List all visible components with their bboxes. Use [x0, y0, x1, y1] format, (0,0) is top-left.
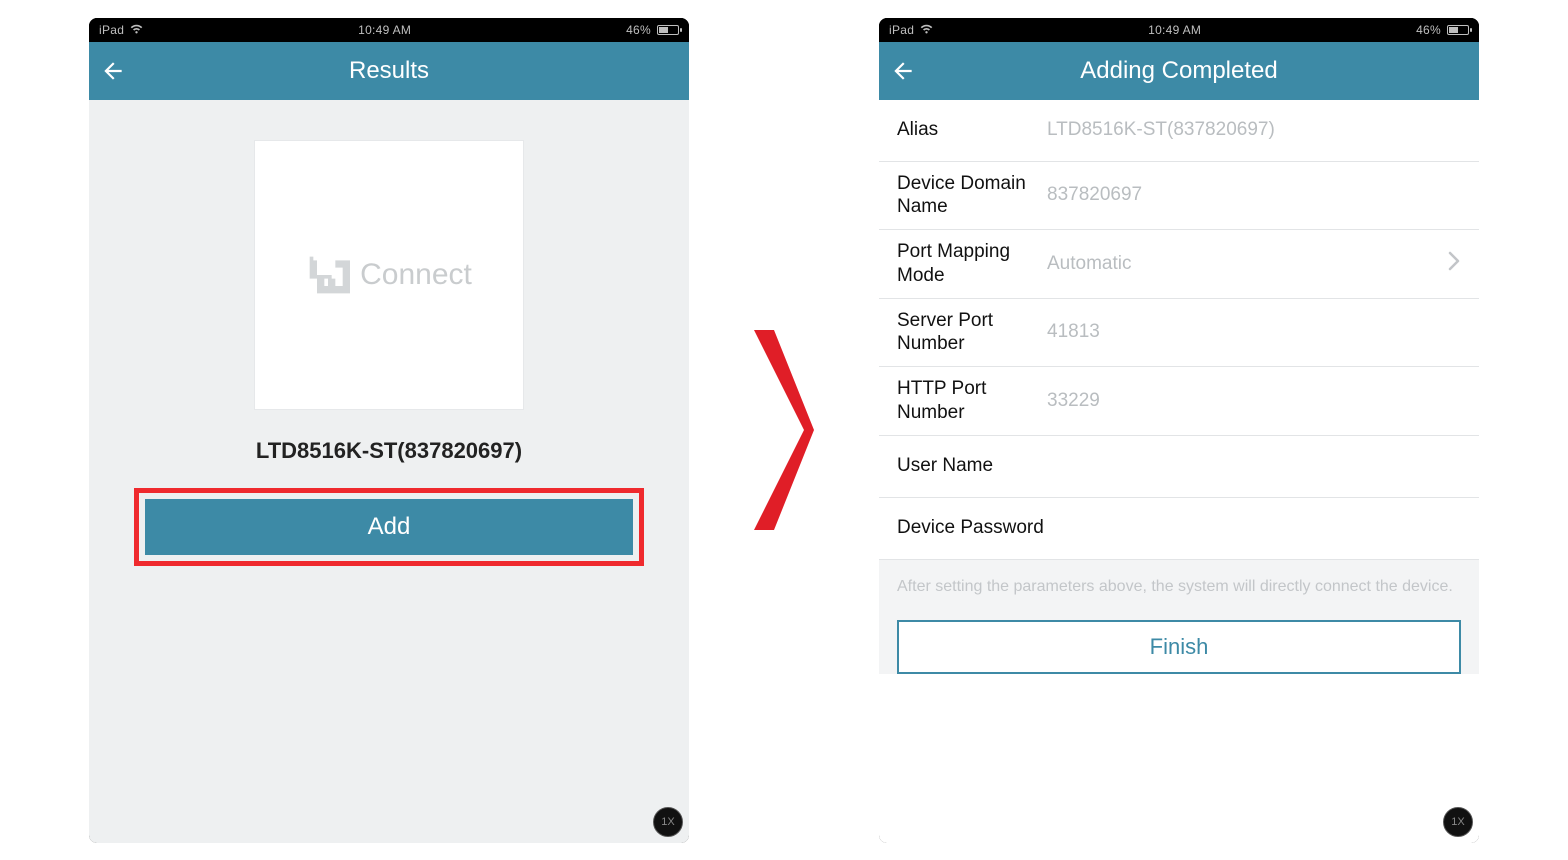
portmap-value: Automatic [1047, 253, 1447, 275]
back-button[interactable] [89, 47, 137, 95]
app-header: Adding Completed [879, 42, 1479, 100]
status-time: 10:49 AM [358, 23, 411, 37]
status-time: 10:49 AM [1148, 23, 1201, 37]
zoom-badge: 1X [653, 807, 683, 837]
status-device-label: iPad [99, 23, 124, 37]
back-button[interactable] [879, 47, 927, 95]
battery-icon [1447, 25, 1469, 35]
battery-icon [657, 25, 679, 35]
app-body: Alias LTD8516K-ST(837820697) Device Doma… [879, 100, 1479, 843]
add-button[interactable]: Add [145, 499, 633, 555]
ios-status-bar: iPad 10:49 AM 46% [879, 18, 1479, 42]
field-row-server-port[interactable]: Server Port Number 41813 [879, 299, 1479, 368]
server-port-label: Server Port Number [897, 309, 1047, 357]
page-title: Adding Completed [879, 57, 1479, 85]
server-port-value: 41813 [1047, 321, 1461, 343]
wifi-icon [920, 23, 933, 37]
device-frame-left: iPad 10:49 AM 46% Results [89, 18, 689, 843]
field-row-domain[interactable]: Device Domain Name 837820697 [879, 162, 1479, 231]
app-header: Results [89, 42, 689, 100]
connect-icon [306, 253, 350, 297]
chevron-right-icon [1447, 251, 1461, 276]
device-frame-right: iPad 10:49 AM 46% Adding Completed Alias [879, 18, 1479, 843]
password-label: Device Password [897, 516, 1047, 540]
status-battery-pct: 46% [626, 23, 651, 37]
wifi-icon [130, 23, 143, 37]
tutorial-step-layout: iPad 10:49 AM 46% Results [0, 0, 1568, 860]
domain-value: 837820697 [1047, 184, 1461, 206]
http-port-value: 33229 [1047, 390, 1461, 412]
alias-value: LTD8516K-ST(837820697) [1047, 119, 1461, 141]
add-button-label: Add [368, 513, 411, 541]
field-row-port-mapping[interactable]: Port Mapping Mode Automatic [879, 230, 1479, 299]
finish-button[interactable]: Finish [897, 620, 1461, 674]
device-thumbnail: Connect [254, 140, 524, 410]
app-body: Connect LTD8516K-ST(837820697) Add [89, 100, 689, 843]
ios-status-bar: iPad 10:49 AM 46% [89, 18, 689, 42]
arrow-left-icon [890, 58, 916, 84]
username-label: User Name [897, 454, 1047, 478]
status-device-label: iPad [889, 23, 914, 37]
portmap-label: Port Mapping Mode [897, 240, 1047, 288]
http-port-label: HTTP Port Number [897, 377, 1047, 425]
arrow-left-icon [100, 58, 126, 84]
domain-label: Device Domain Name [897, 172, 1047, 220]
zoom-badge: 1X [1443, 807, 1473, 837]
status-battery-pct: 46% [1416, 23, 1441, 37]
field-row-http-port[interactable]: HTTP Port Number 33229 [879, 367, 1479, 436]
alias-label: Alias [897, 118, 1047, 142]
finish-button-label: Finish [1150, 634, 1209, 660]
page-title: Results [89, 57, 689, 85]
add-button-highlight: Add [134, 488, 644, 566]
thumbnail-label: Connect [360, 258, 472, 292]
flow-arrow-icon [749, 325, 819, 535]
field-row-alias[interactable]: Alias LTD8516K-ST(837820697) [879, 100, 1479, 162]
device-name-label: LTD8516K-ST(837820697) [256, 438, 522, 464]
field-row-password[interactable]: Device Password [879, 498, 1479, 560]
field-row-username[interactable]: User Name [879, 436, 1479, 498]
footnote-text: After setting the parameters above, the … [879, 560, 1479, 608]
